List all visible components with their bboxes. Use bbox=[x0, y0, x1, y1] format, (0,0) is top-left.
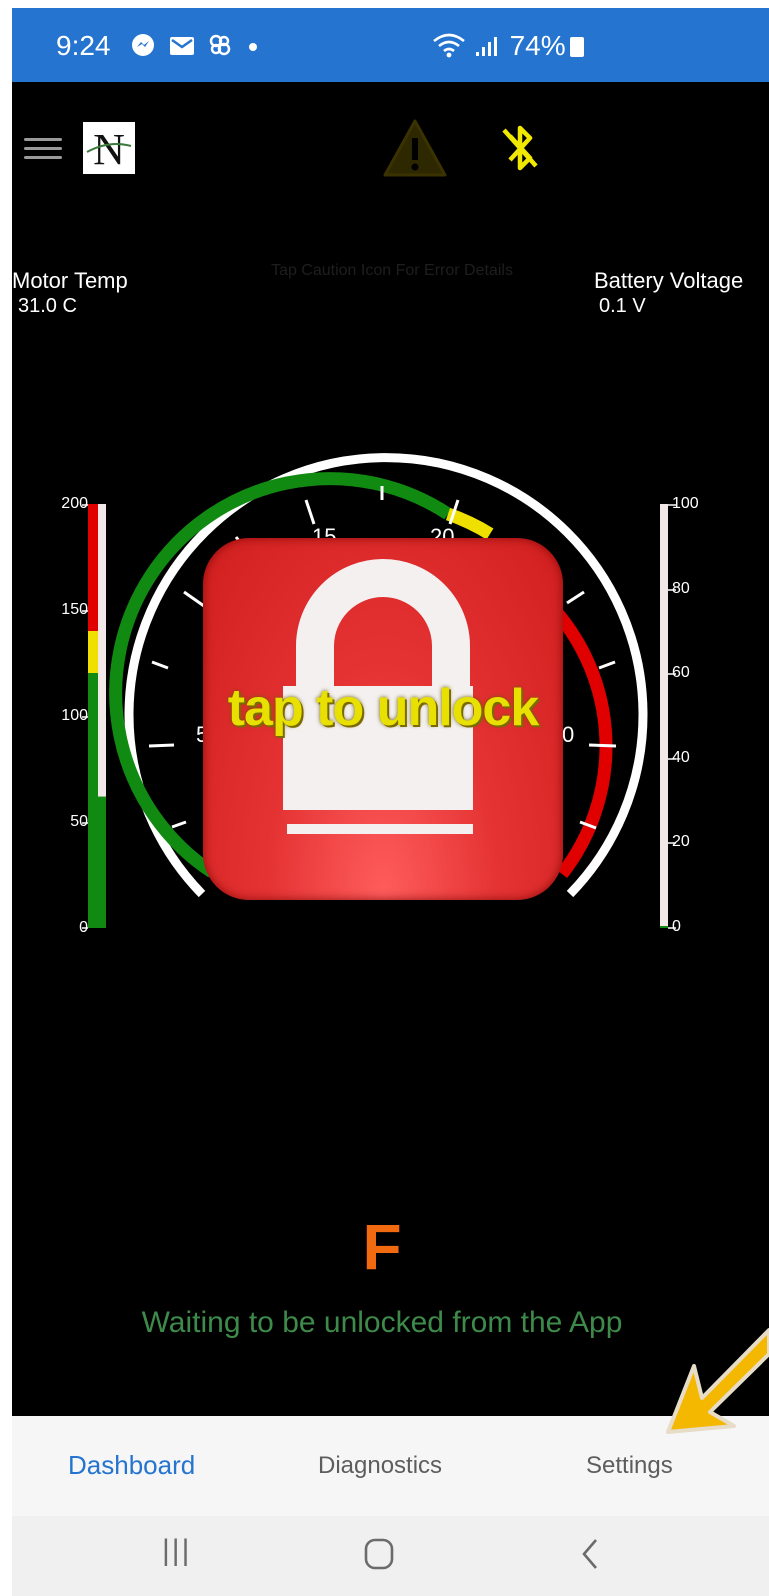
left-tick-label: 100 bbox=[61, 707, 88, 724]
pointer-arrow-icon bbox=[666, 1328, 769, 1434]
signal-icon bbox=[475, 37, 497, 56]
messenger-icon bbox=[132, 34, 154, 56]
left-tick-label: 150 bbox=[61, 601, 88, 618]
wifi-icon bbox=[433, 33, 465, 58]
mail-icon bbox=[169, 37, 194, 55]
recent-apps-button[interactable]: ||| bbox=[162, 1534, 191, 1568]
left-tick-label: 50 bbox=[70, 813, 88, 830]
dot-icon bbox=[249, 43, 258, 51]
battery-percent: 74% bbox=[509, 30, 566, 61]
motor-temp-bar-gauge: 200 150 100 50 0 bbox=[61, 495, 106, 936]
right-tick-label: 100 bbox=[672, 495, 699, 512]
bottom-navigation: Dashboard Diagnostics Settings bbox=[12, 1416, 769, 1516]
status-message: Waiting to be unlocked from the App bbox=[141, 1306, 623, 1339]
left-tick-label: 0 bbox=[79, 919, 88, 936]
tab-settings[interactable]: Settings bbox=[586, 1452, 673, 1480]
home-button[interactable] bbox=[364, 1538, 394, 1570]
system-navigation-bar: ||| bbox=[12, 1516, 769, 1596]
status-bar: 9:24 74% bbox=[12, 8, 769, 82]
phone-screen: 9:24 74% N Tap Caution Icon For Error De… bbox=[12, 8, 769, 1596]
right-tick-label: 40 bbox=[672, 749, 690, 766]
right-tick-label: 80 bbox=[672, 580, 690, 597]
right-tick-label: 60 bbox=[672, 664, 690, 681]
gear-indicator: F bbox=[362, 1211, 402, 1283]
status-right: 74% bbox=[432, 30, 584, 62]
back-button[interactable] bbox=[580, 1538, 600, 1570]
battery-voltage-bar-gauge: 100 80 60 40 20 0 bbox=[660, 495, 699, 935]
status-time: 9:24 bbox=[56, 30, 111, 61]
tab-diagnostics[interactable]: Diagnostics bbox=[318, 1452, 442, 1480]
right-tick-label: 0 bbox=[672, 918, 681, 935]
battery-icon bbox=[569, 37, 584, 57]
tab-dashboard[interactable]: Dashboard bbox=[68, 1450, 195, 1481]
notification-icons bbox=[130, 32, 260, 61]
right-tick-label: 20 bbox=[672, 833, 690, 850]
dashboard-screen: N Tap Caution Icon For Error Details Mot… bbox=[12, 82, 769, 1416]
fan-icon bbox=[210, 34, 231, 56]
left-tick-label: 200 bbox=[61, 495, 88, 512]
tap-to-unlock-text[interactable]: tap to unlock bbox=[198, 678, 568, 738]
